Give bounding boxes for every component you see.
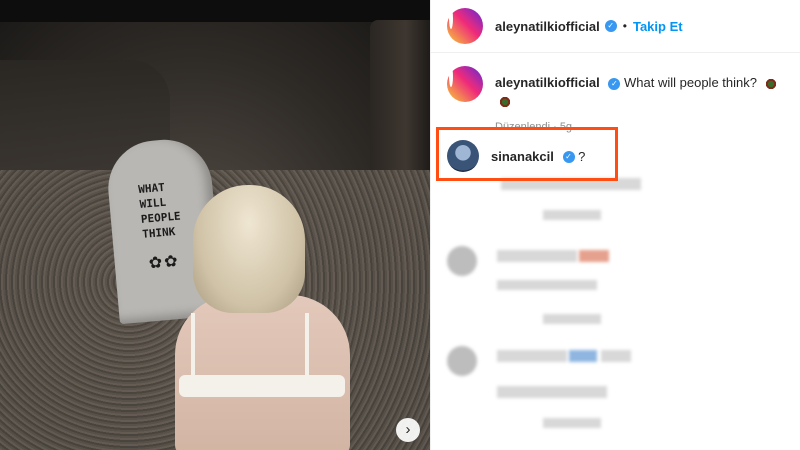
post-photo[interactable]: WHAT WILL PEOPLE THINK ✿✿ › — [0, 0, 430, 450]
post-header: aleynatilkiofficial ✓ • Takip Et — [431, 0, 800, 52]
blurred-comment — [569, 350, 597, 362]
blurred-comment — [497, 280, 597, 290]
blurred-comment — [497, 250, 577, 262]
ornament-emoji-icon — [499, 95, 511, 108]
caption-avatar[interactable] — [447, 66, 483, 102]
blurred-comment — [579, 250, 609, 262]
blurred-comment — [543, 418, 601, 428]
ornament-emoji-icon — [764, 77, 777, 90]
post-caption: aleynatilkiofficial ✓ What will people t… — [447, 66, 792, 136]
person-figure — [165, 185, 365, 450]
header-divider — [431, 52, 800, 53]
strap-right — [305, 313, 309, 379]
avatar[interactable] — [447, 8, 483, 44]
header-username[interactable]: aleynatilkiofficial — [495, 19, 600, 34]
highlight-box — [436, 127, 618, 181]
blurred-comment — [601, 350, 631, 362]
person-back — [175, 295, 350, 450]
caption-body: aleynatilkiofficial ✓ What will people t… — [495, 66, 792, 136]
caption-text: What will people think? — [624, 75, 757, 90]
blurred-avatar — [447, 246, 477, 276]
verified-badge-icon: ✓ — [608, 77, 621, 90]
person-hair — [193, 185, 305, 313]
verified-badge-icon: ✓ — [604, 20, 617, 32]
strap-left — [191, 313, 195, 379]
blurred-avatar — [447, 346, 477, 376]
post-side-panel: aleynatilkiofficial ✓ • Takip Et aleynat… — [430, 0, 800, 450]
blurred-comment — [543, 314, 601, 324]
caption-username[interactable]: aleynatilkiofficial — [495, 75, 600, 90]
blurred-comment — [497, 386, 607, 398]
blurred-comment — [543, 210, 601, 220]
blurred-comment — [497, 350, 567, 362]
chevron-right-icon[interactable]: › — [396, 418, 420, 442]
garment — [179, 375, 345, 397]
separator-dot: • — [622, 19, 627, 33]
photo-top-band — [0, 0, 430, 22]
follow-button[interactable]: Takip Et — [633, 19, 683, 34]
